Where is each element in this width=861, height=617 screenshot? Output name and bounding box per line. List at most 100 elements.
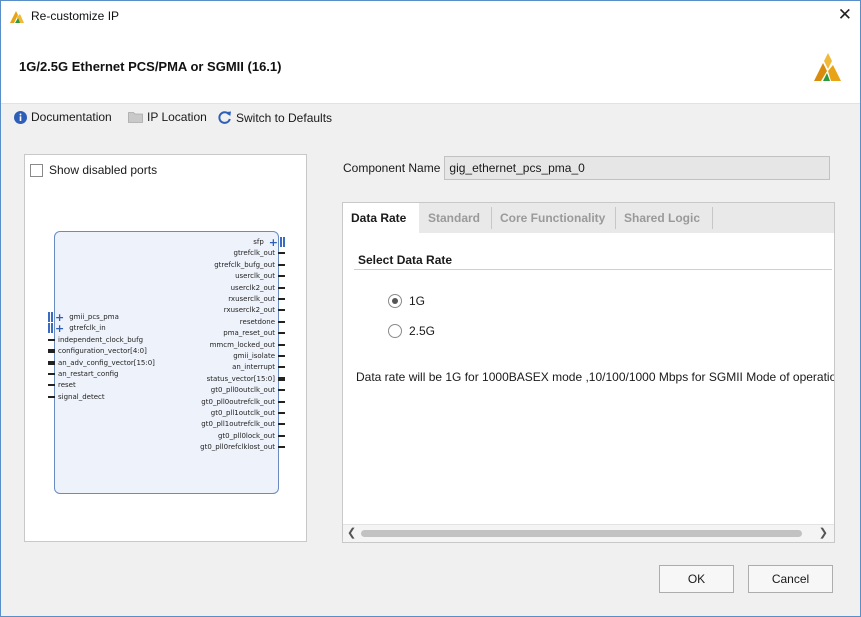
component-name-input[interactable] (444, 156, 831, 180)
block-port-right: gtrefclk_out (234, 248, 285, 258)
port-name: userclk2_out (230, 283, 275, 292)
port-name: configuration_vector[4:0] (58, 347, 147, 356)
port-pin-icon (48, 384, 55, 387)
block-port-left: independent_clock_bufg (48, 335, 143, 345)
ip-block-symbol: + gmii_pcs_pma + gtrefclk_in independent_clo… (48, 231, 285, 494)
block-port-right: resetdone (240, 317, 285, 327)
config-tab-panel: Data Rate Standard Core Functionality Sh… (342, 202, 835, 543)
scrollbar-thumb[interactable] (361, 530, 802, 537)
radio-2-5g[interactable] (388, 324, 402, 338)
interface-bus-icon (280, 237, 285, 247)
radio-1g[interactable] (388, 294, 402, 308)
port-name: rxuserclk_out (228, 295, 275, 303)
port-name: gt0_pll0lock_out (217, 431, 275, 440)
show-disabled-ports-label: Show disabled ports (49, 163, 158, 177)
port-pin-icon (278, 366, 285, 369)
block-port-right: gt0_pll1outclk_out (211, 408, 285, 418)
port-name: gt0_pll0outrefclk_out (201, 397, 275, 406)
port-pin-icon (278, 376, 285, 381)
port-pin-icon (278, 275, 285, 278)
horizontal-scrollbar[interactable]: ❮ ❯ (343, 524, 834, 542)
port-pin-icon (278, 343, 285, 346)
ip-title: 1G/2.5G Ethernet PCS/PMA or SGMII (16.1) (19, 59, 282, 74)
tab-strip: Data Rate Standard Core Functionality Sh… (343, 203, 834, 233)
ip-location-label: IP Location (147, 110, 207, 124)
close-icon[interactable]: ✕ (838, 5, 852, 25)
port-pin-icon (48, 395, 55, 398)
port-pin-icon (278, 355, 285, 357)
port-pin-icon (278, 423, 285, 426)
block-port-right: userclk_out (235, 271, 285, 281)
dialog-window: Re-customize IP ✕ 1G/2.5G Ethernet PCS/P… (0, 0, 861, 617)
scroll-left-icon[interactable]: ❮ (347, 526, 356, 539)
port-name: gt0_pll0refclklost_out (200, 443, 275, 452)
block-port-right: gt0_pll0outrefclk_out (201, 397, 285, 407)
ok-button[interactable]: OK (659, 565, 734, 593)
block-port-right: an_interrupt (232, 362, 285, 372)
block-port-right: gmii_isolate (233, 351, 285, 361)
port-name: an_restart_config (58, 370, 119, 378)
port-name: gmii_isolate (233, 352, 275, 360)
switch-to-defaults-label: Switch to Defaults (236, 110, 333, 125)
tab-core-functionality[interactable]: Core Functionality (492, 203, 614, 233)
documentation-button[interactable]: Documentation (14, 110, 112, 124)
tab-data-rate[interactable]: Data Rate (343, 203, 419, 233)
port-pin-icon (278, 309, 285, 312)
port-pin-icon (278, 252, 285, 255)
ip-location-button[interactable]: IP Location (128, 110, 207, 124)
interface-bus-icon (48, 323, 53, 334)
port-name: gmii_pcs_pma (69, 313, 119, 321)
block-port-left: signal_detect (48, 392, 105, 402)
port-name: userclk_out (235, 272, 275, 281)
port-pin-icon (278, 332, 285, 335)
block-port-left: configuration_vector[4:0] (48, 346, 147, 356)
port-pin-icon (278, 298, 285, 300)
tab-separator (712, 207, 713, 229)
port-name: rxuserclk2_out (223, 306, 275, 315)
port-name: gtrefclk_bufg_out (214, 260, 275, 269)
show-disabled-ports-checkbox[interactable] (30, 163, 43, 177)
block-port-right: gtrefclk_bufg_out (214, 260, 285, 270)
switch-to-defaults-button[interactable]: Switch to Defaults (217, 110, 332, 125)
block-port-right: sfp + (253, 236, 285, 249)
radio-option-1g[interactable]: 1G (388, 294, 425, 308)
port-name: gt0_pll0outclk_out (210, 386, 275, 395)
tab-standard[interactable]: Standard (420, 203, 491, 233)
data-rate-info: Data rate will be 1G for 1000BASEX mode … (356, 370, 834, 384)
section-divider (354, 269, 832, 270)
info-icon (14, 110, 27, 124)
block-port-left: an_adv_config_vector[15:0] (48, 358, 155, 368)
component-name-row: Component Name (343, 156, 831, 180)
tab-shared-logic[interactable]: Shared Logic (616, 203, 711, 233)
documentation-label: Documentation (31, 110, 112, 124)
port-pin-icon (278, 263, 285, 266)
port-pin-icon (48, 338, 55, 341)
port-name: resetdone (239, 317, 275, 326)
scroll-right-icon[interactable]: ❯ (819, 526, 828, 539)
port-name: an_adv_config_vector[15:0] (58, 358, 155, 367)
port-name: gt0_pll1outclk_out (210, 409, 275, 417)
port-pin-icon (278, 434, 285, 437)
radio-option-2-5g[interactable]: 2.5G (388, 324, 435, 338)
block-port-right: rxuserclk_out (228, 294, 285, 304)
expand-plus-icon[interactable]: + (269, 236, 278, 249)
port-pin-icon (278, 412, 285, 414)
block-port-left: + gtrefclk_in (48, 322, 106, 335)
toolbar: Documentation IP Location Switch to Defa… (1, 105, 860, 131)
port-pin-icon (48, 360, 55, 365)
component-name-label: Component Name (343, 161, 441, 175)
port-name: signal_detect (58, 392, 105, 401)
block-port-left: + gmii_pcs_pma (48, 311, 119, 324)
port-name: sfp (253, 238, 264, 246)
block-port-right: userclk2_out (231, 283, 285, 293)
cancel-button[interactable]: Cancel (748, 565, 833, 593)
vivado-app-icon (10, 11, 24, 23)
section-title: Select Data Rate (358, 253, 453, 267)
expand-plus-icon[interactable]: + (55, 322, 64, 335)
port-name: gt0_pll1outrefclk_out (201, 420, 275, 429)
show-disabled-ports-toggle[interactable]: Show disabled ports (30, 163, 157, 177)
block-port-right: status_vector[15:0] (207, 374, 285, 384)
title-bar: Re-customize IP ✕ (1, 1, 860, 31)
port-name: independent_clock_bufg (58, 335, 144, 344)
block-port-left: an_restart_config (48, 369, 118, 379)
